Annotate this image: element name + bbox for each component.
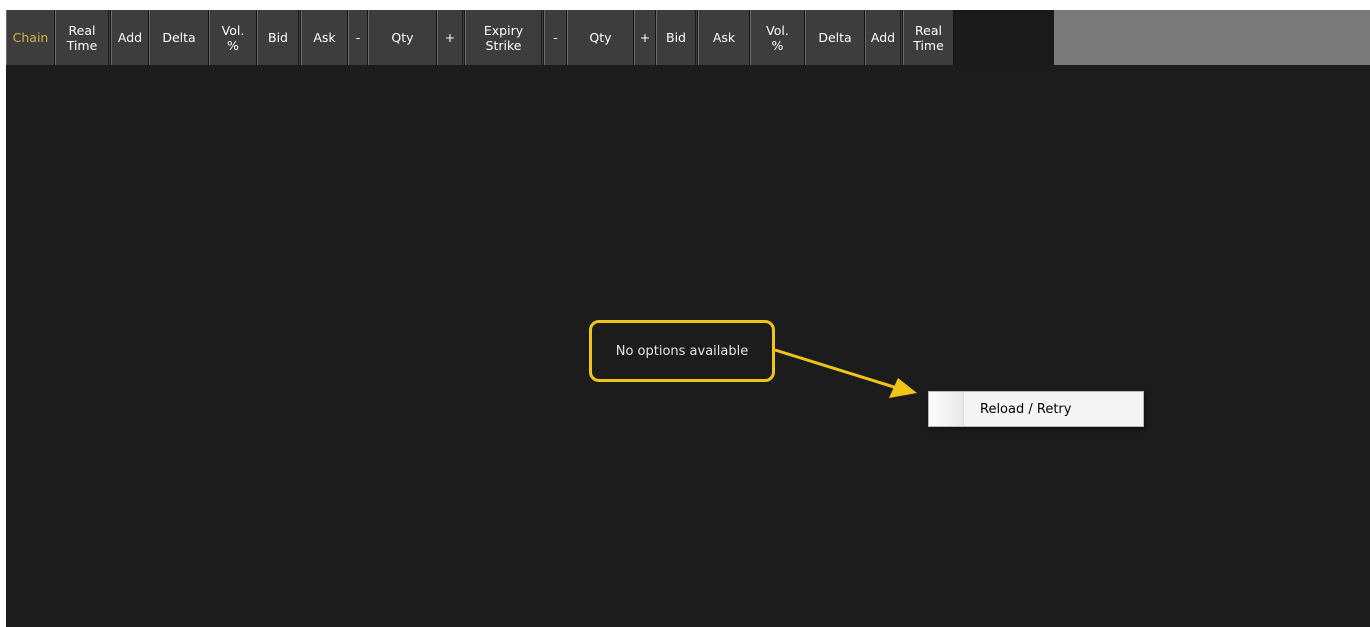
header-delta-calls[interactable]: Delta <box>149 10 209 65</box>
header-qty-puts[interactable]: Qty <box>567 10 634 65</box>
header-qty-minus-calls[interactable]: - <box>348 10 368 65</box>
header-add-calls[interactable]: Add <box>111 10 149 65</box>
header-qty-minus-puts[interactable]: - <box>544 10 567 65</box>
empty-state-callout: No options available <box>589 320 775 382</box>
callout-arrow-icon <box>774 348 917 398</box>
header-empty-area <box>1054 10 1370 65</box>
header-qty-calls[interactable]: Qty <box>368 10 437 65</box>
header-qty-plus-puts[interactable]: + <box>634 10 656 65</box>
header-delta-puts[interactable]: Delta <box>805 10 865 65</box>
option-chain-panel: Chain Real Time Add Delta Vol. % Bid Ask… <box>6 10 1370 627</box>
context-menu: Reload / Retry <box>928 391 1144 427</box>
menu-icon-gutter <box>929 392 964 426</box>
header-ask-calls[interactable]: Ask <box>301 10 348 65</box>
header-bid-puts[interactable]: Bid <box>656 10 698 65</box>
header-qty-plus-calls[interactable]: + <box>437 10 465 65</box>
empty-state-message: No options available <box>615 343 749 359</box>
column-header-bar: Chain Real Time Add Delta Vol. % Bid Ask… <box>6 10 1054 65</box>
header-ask-puts[interactable]: Ask <box>698 10 750 65</box>
header-chain[interactable]: Chain <box>6 10 55 65</box>
header-bid-calls[interactable]: Bid <box>257 10 301 65</box>
header-add-puts[interactable]: Add <box>865 10 903 65</box>
header-vol-calls[interactable]: Vol. % <box>209 10 257 65</box>
header-expiry-strike[interactable]: Expiry Strike <box>465 10 544 65</box>
header-vol-puts[interactable]: Vol. % <box>750 10 805 65</box>
reload-retry-menu-item[interactable]: Reload / Retry <box>980 402 1071 417</box>
header-real-time-calls[interactable]: Real Time <box>55 10 111 65</box>
header-real-time-puts[interactable]: Real Time <box>903 10 954 65</box>
